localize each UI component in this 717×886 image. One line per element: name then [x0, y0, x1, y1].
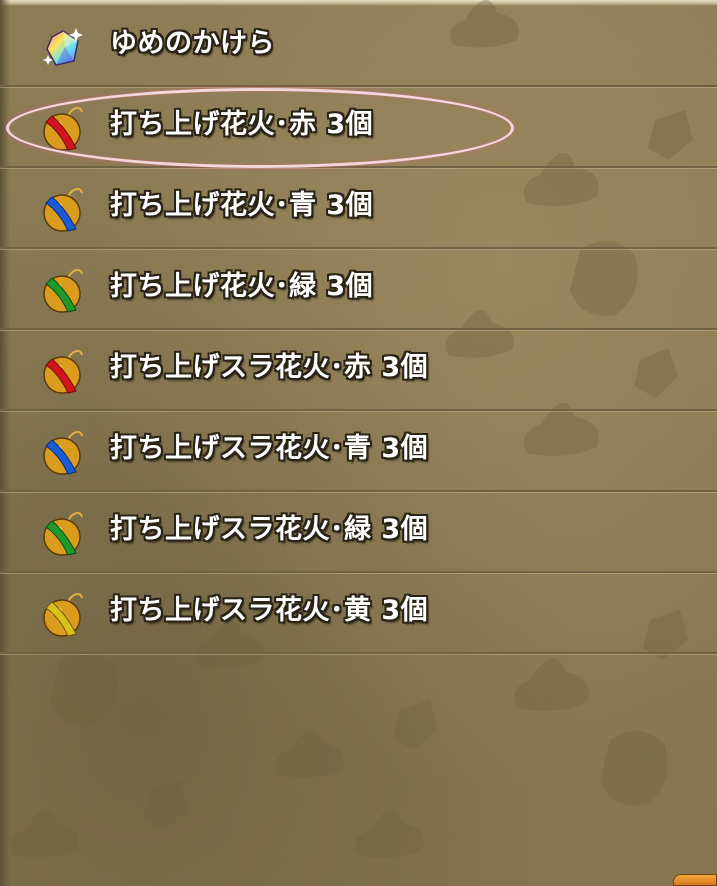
item-list-panel: ゆめのかけら 打ち上げ花火･赤 3個 打ち上げ花火･青 3個 打ち上げ花火･緑 …	[0, 0, 717, 886]
reward-item-list: ゆめのかけら 打ち上げ花火･赤 3個 打ち上げ花火･青 3個 打ち上げ花火･緑 …	[0, 6, 717, 654]
item-label: 打ち上げスラ花火･青 3個	[110, 433, 429, 464]
item-label: 打ち上げ花火･青 3個	[110, 190, 374, 221]
item-label: 打ち上げ花火･緑 3個	[110, 271, 374, 302]
dream-fragment-icon	[38, 23, 88, 73]
slime-firework-red-icon	[38, 347, 88, 397]
firework-blue-icon	[38, 185, 88, 235]
slime-firework-yellow-icon	[38, 590, 88, 640]
list-item[interactable]: 打ち上げ花火･青 3個	[0, 168, 717, 249]
list-item[interactable]: 打ち上げスラ花火･黄 3個	[0, 573, 717, 654]
list-item[interactable]: 打ち上げスラ花火･青 3個	[0, 411, 717, 492]
item-label: 打ち上げ花火･赤 3個	[110, 109, 374, 140]
list-item[interactable]: 打ち上げ花火･緑 3個	[0, 249, 717, 330]
list-item[interactable]: ゆめのかけら	[0, 6, 717, 87]
list-item[interactable]: 打ち上げスラ花火･赤 3個	[0, 330, 717, 411]
list-item[interactable]: 打ち上げスラ花火･緑 3個	[0, 492, 717, 573]
item-label: 打ち上げスラ花火･赤 3個	[110, 352, 429, 383]
corner-tab-button[interactable]	[673, 874, 717, 886]
slime-firework-blue-icon	[38, 428, 88, 478]
list-item[interactable]: 打ち上げ花火･赤 3個	[0, 87, 717, 168]
item-label: 打ち上げスラ花火･緑 3個	[110, 514, 429, 545]
item-label: ゆめのかけら	[110, 28, 275, 59]
firework-red-icon	[38, 104, 88, 154]
slime-firework-green-icon	[38, 509, 88, 559]
item-label: 打ち上げスラ花火･黄 3個	[110, 595, 429, 626]
firework-green-icon	[38, 266, 88, 316]
